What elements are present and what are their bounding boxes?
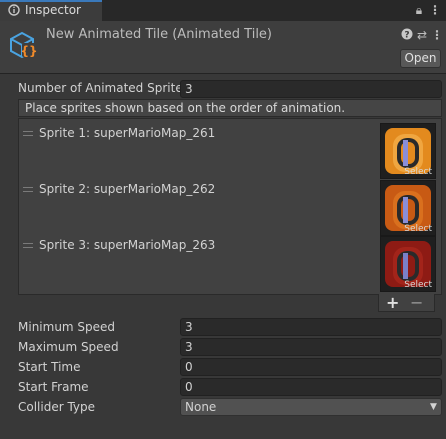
inspector-icon [8,4,20,16]
add-sprite-button[interactable]: + [386,293,399,312]
start-time-field[interactable]: 0 [180,358,442,376]
start-frame-label: Start Frame [18,380,89,394]
min-speed-field[interactable]: 3 [180,318,442,336]
collider-type-dropdown[interactable]: None [180,398,442,416]
sprite-2-label: Sprite 2: superMarioMap_262 [39,182,216,196]
sprite-1-label: Sprite 1: superMarioMap_261 [39,126,216,140]
sprite-list [18,118,442,295]
preset-icon[interactable]: ⇄ [416,28,428,42]
num-sprites-field[interactable]: 3 [180,80,442,98]
start-time-label: Start Time [18,360,81,374]
drag-handle-icon[interactable] [23,131,33,136]
drag-handle-icon[interactable] [23,243,33,248]
help-icon[interactable]: ? [401,28,413,43]
sprite-3-thumbnail[interactable]: Select [380,236,436,292]
order-hint: Place sprites shown based on the order o… [18,99,442,117]
sprite-3-label: Sprite 3: superMarioMap_263 [39,238,216,252]
svg-text:{}: {} [20,44,37,58]
lock-icon[interactable]: 🔒︎ [412,3,426,17]
sprite-1-thumbnail[interactable]: Select [380,123,436,179]
sprite-2-thumbnail[interactable]: Select [380,180,436,236]
sprite-1-select[interactable]: Select [404,167,432,177]
context-menu-icon[interactable]: ⋮ [431,28,443,42]
collider-type-label: Collider Type [18,400,96,414]
drag-handle-icon[interactable] [23,187,33,192]
svg-text:?: ? [404,31,409,41]
tab-label: Inspector [25,3,81,17]
max-speed-field[interactable]: 3 [180,338,442,356]
remove-sprite-button[interactable]: − [410,293,423,312]
min-speed-label: Minimum Speed [18,320,116,334]
object-title: New Animated Tile (Animated Tile) [46,27,272,42]
sprite-3-select[interactable]: Select [404,280,432,290]
menu-dots-icon[interactable]: ⋮ [428,3,442,17]
sprite-2-select[interactable]: Select [404,224,432,234]
chevron-down-icon: ▼ [430,402,437,412]
start-frame-field[interactable]: 0 [180,378,442,396]
max-speed-label: Maximum Speed [18,340,119,354]
num-sprites-label: Number of Animated Sprites [18,81,189,95]
animated-tile-icon: {} [10,31,38,59]
open-button[interactable]: Open [400,49,441,68]
